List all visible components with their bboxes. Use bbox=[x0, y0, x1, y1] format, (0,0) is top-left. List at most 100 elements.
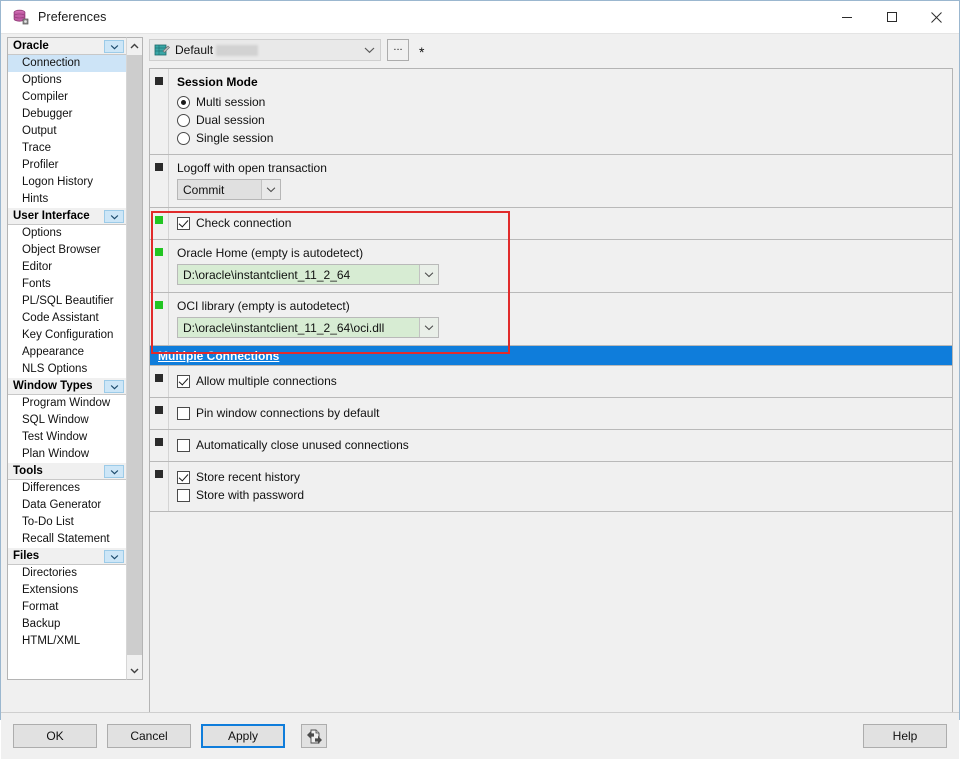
row-gutter bbox=[150, 366, 169, 397]
apply-button[interactable]: Apply bbox=[201, 724, 285, 748]
sidebar-item-directories[interactable]: Directories bbox=[8, 565, 126, 582]
preference-set-combo[interactable]: Default bbox=[149, 39, 381, 61]
checkbox-checked-icon[interactable] bbox=[177, 216, 190, 230]
chevron-down-icon[interactable] bbox=[104, 40, 124, 53]
row-content: Store recent history Store with password bbox=[169, 462, 952, 511]
help-button[interactable]: Help bbox=[863, 724, 947, 748]
radio-dual-session[interactable]: Dual session bbox=[177, 111, 952, 129]
sidebar-item-editor[interactable]: Editor bbox=[8, 259, 126, 276]
cancel-button[interactable]: Cancel bbox=[107, 724, 191, 748]
radio-unselected-icon[interactable] bbox=[177, 113, 190, 127]
checkbox-store-with-password[interactable]: Store with password bbox=[177, 486, 952, 504]
checkbox-label: Store recent history bbox=[196, 470, 301, 484]
combo-logoff-transaction[interactable]: Commit bbox=[177, 179, 281, 200]
sidebar-item-recall-statement[interactable]: Recall Statement bbox=[8, 531, 126, 548]
sidebar-group-header-window-types[interactable]: Window Types bbox=[8, 378, 126, 395]
sidebar-item-profiler[interactable]: Profiler bbox=[8, 157, 126, 174]
checkbox-check-connection[interactable]: Check connection bbox=[177, 214, 952, 232]
sidebar-item-extensions[interactable]: Extensions bbox=[8, 582, 126, 599]
sidebar-scrollbar[interactable] bbox=[126, 37, 143, 680]
chevron-down-icon[interactable] bbox=[104, 465, 124, 478]
scrollbar-thumb[interactable] bbox=[127, 55, 142, 655]
sidebar-item-backup[interactable]: Backup bbox=[8, 616, 126, 633]
sidebar-item-sql-window[interactable]: SQL Window bbox=[8, 412, 126, 429]
chevron-down-icon[interactable] bbox=[104, 380, 124, 393]
combo-oracle-home[interactable]: D:\oracle\instantclient_11_2_64 bbox=[177, 264, 439, 285]
import-export-icon[interactable] bbox=[301, 724, 327, 748]
sidebar-item-object-browser[interactable]: Object Browser bbox=[8, 242, 126, 259]
checkbox-auto-close-unused[interactable]: Automatically close unused connections bbox=[177, 436, 952, 454]
sidebar-group-header-files[interactable]: Files bbox=[8, 548, 126, 565]
row-marker-icon bbox=[155, 438, 163, 446]
sidebar-item-logon-history[interactable]: Logon History bbox=[8, 174, 126, 191]
chevron-down-icon[interactable] bbox=[104, 550, 124, 563]
dialog-body: Oracle Connection Options Compiler Debugger O… bbox=[1, 34, 959, 712]
option-row-check-connection: Check connection bbox=[150, 208, 952, 240]
checkbox-label: Pin window connections by default bbox=[196, 406, 380, 420]
sidebar-item-key-configuration[interactable]: Key Configuration bbox=[8, 327, 126, 344]
checkbox-checked-icon[interactable] bbox=[177, 470, 190, 484]
maximize-button[interactable] bbox=[869, 1, 914, 33]
sidebar-item-html-xml[interactable]: HTML/XML bbox=[8, 633, 126, 650]
chevron-down-icon[interactable] bbox=[261, 180, 280, 199]
chevron-down-icon[interactable] bbox=[419, 265, 438, 284]
sidebar-item-fonts[interactable]: Fonts bbox=[8, 276, 126, 293]
sidebar-item-nls-options[interactable]: NLS Options bbox=[8, 361, 126, 378]
field-label-logoff-transaction: Logoff with open transaction bbox=[177, 161, 327, 175]
chevron-down-icon[interactable] bbox=[419, 318, 438, 337]
title-bar: Preferences bbox=[1, 1, 959, 34]
radio-selected-icon[interactable] bbox=[177, 95, 190, 109]
chevron-down-icon[interactable] bbox=[127, 662, 142, 679]
sidebar-item-test-window[interactable]: Test Window bbox=[8, 429, 126, 446]
sidebar-item-data-generator[interactable]: Data Generator bbox=[8, 497, 126, 514]
checkbox-pin-window-connections[interactable]: Pin window connections by default bbox=[177, 404, 952, 422]
checkbox-store-recent-history[interactable]: Store recent history bbox=[177, 468, 952, 486]
minimize-button[interactable] bbox=[824, 1, 869, 33]
window-title: Preferences bbox=[38, 10, 107, 24]
sidebar-item-options[interactable]: Options bbox=[8, 72, 126, 89]
sidebar-item-differences[interactable]: Differences bbox=[8, 480, 126, 497]
sidebar-item-connection[interactable]: Connection bbox=[8, 55, 126, 72]
preference-set-options-button[interactable]: ... bbox=[387, 39, 409, 61]
section-header-multiple-connections[interactable]: Multiple Connections bbox=[150, 346, 952, 366]
checkbox-checked-icon[interactable] bbox=[177, 374, 190, 388]
sidebar-list[interactable]: Oracle Connection Options Compiler Debugger O… bbox=[7, 37, 126, 680]
sidebar-item-debugger[interactable]: Debugger bbox=[8, 106, 126, 123]
modified-marker: * bbox=[419, 44, 425, 60]
sidebar-item-options[interactable]: Options bbox=[8, 225, 126, 242]
field-label-oci-library: OCI library (empty is autodetect) bbox=[177, 299, 350, 313]
checkbox-unchecked-icon[interactable] bbox=[177, 488, 190, 502]
checkbox-allow-multiple-connections[interactable]: Allow multiple connections bbox=[177, 372, 952, 390]
sidebar-group-header-user-interface[interactable]: User Interface bbox=[8, 208, 126, 225]
ok-button[interactable]: OK bbox=[13, 724, 97, 748]
sidebar-item-code-assistant[interactable]: Code Assistant bbox=[8, 310, 126, 327]
sidebar-item-to-do-list[interactable]: To-Do List bbox=[8, 514, 126, 531]
sidebar-item-compiler[interactable]: Compiler bbox=[8, 89, 126, 106]
sidebar-item-pl-sql-beautifier[interactable]: PL/SQL Beautifier bbox=[8, 293, 126, 310]
checkbox-unchecked-icon[interactable] bbox=[177, 406, 190, 420]
sidebar-group-header-oracle[interactable]: Oracle bbox=[8, 38, 126, 55]
sidebar-item-program-window[interactable]: Program Window bbox=[8, 395, 126, 412]
radio-label: Single session bbox=[196, 131, 274, 145]
radio-multi-session[interactable]: Multi session bbox=[177, 93, 952, 111]
sidebar-item-trace[interactable]: Trace bbox=[8, 140, 126, 157]
radio-unselected-icon[interactable] bbox=[177, 131, 190, 145]
sidebar-group-header-tools[interactable]: Tools bbox=[8, 463, 126, 480]
checkbox-unchecked-icon[interactable] bbox=[177, 438, 190, 452]
row-content: Check connection bbox=[169, 208, 952, 239]
combo-value: D:\oracle\instantclient_11_2_64\oci.dll bbox=[183, 320, 385, 335]
checkbox-label: Check connection bbox=[196, 216, 292, 230]
row-content: Pin window connections by default bbox=[169, 398, 952, 429]
chevron-up-icon[interactable] bbox=[127, 38, 142, 55]
sidebar-item-output[interactable]: Output bbox=[8, 123, 126, 140]
chevron-down-icon[interactable] bbox=[361, 40, 377, 60]
chevron-down-icon[interactable] bbox=[104, 210, 124, 223]
combo-oci-library[interactable]: D:\oracle\instantclient_11_2_64\oci.dll bbox=[177, 317, 439, 338]
sidebar-item-appearance[interactable]: Appearance bbox=[8, 344, 126, 361]
options-grid: Session Mode Multi session Dual session Sin… bbox=[149, 68, 953, 712]
sidebar-item-format[interactable]: Format bbox=[8, 599, 126, 616]
radio-single-session[interactable]: Single session bbox=[177, 129, 952, 147]
sidebar-item-plan-window[interactable]: Plan Window bbox=[8, 446, 126, 463]
sidebar-item-hints[interactable]: Hints bbox=[8, 191, 126, 208]
close-button[interactable] bbox=[914, 1, 959, 33]
